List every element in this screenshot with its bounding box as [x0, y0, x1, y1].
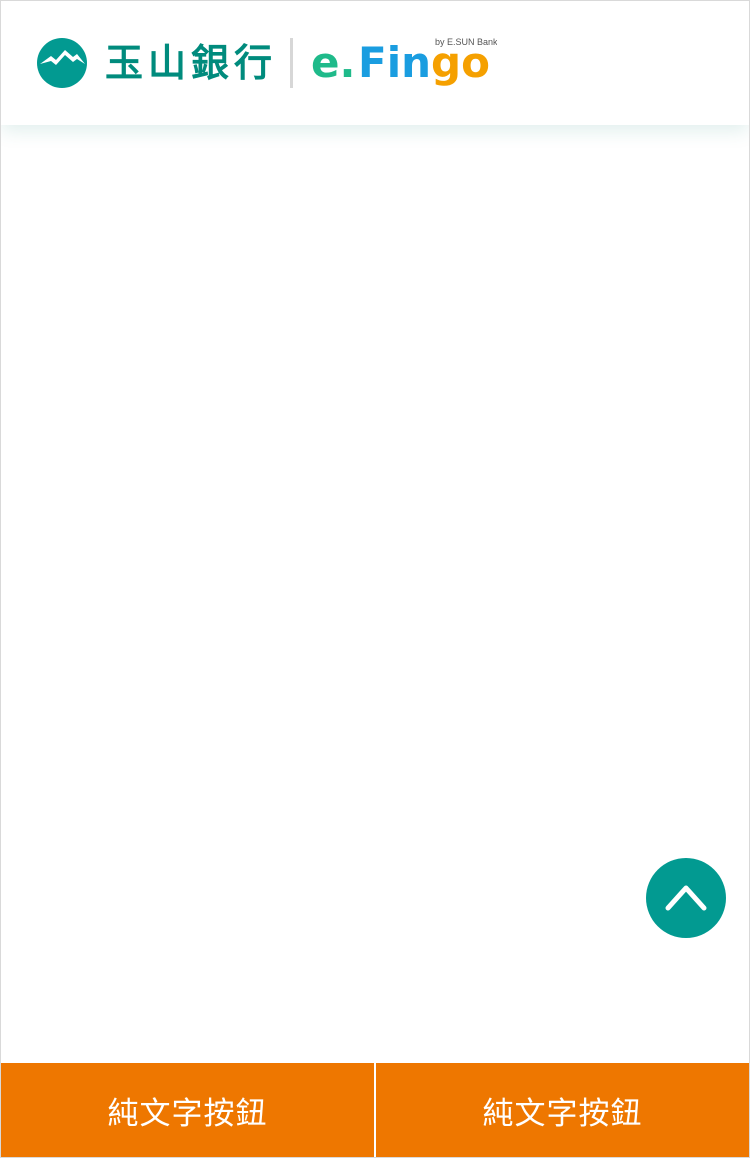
esun-mountain-logo-icon[interactable] [37, 38, 87, 88]
efingo-logo[interactable]: e. Fin go by E.SUN Bank [311, 35, 497, 99]
logo-tagline: by E.SUN Bank [435, 37, 497, 47]
app-frame: 玉山銀行 e. Fin go by E.SUN Bank 純文字按鈕 純文字按鈕 [0, 0, 750, 1158]
bottom-button-right[interactable]: 純文字按鈕 [376, 1063, 749, 1157]
main-content [1, 125, 749, 1063]
back-to-top-button[interactable] [646, 858, 726, 938]
logo-divider [290, 38, 293, 88]
bottom-button-left[interactable]: 純文字按鈕 [1, 1063, 374, 1157]
header: 玉山銀行 e. Fin go by E.SUN Bank [1, 1, 749, 125]
bank-name: 玉山銀行 [105, 41, 278, 85]
logo-text-fin: Fin [358, 38, 431, 87]
bottom-action-bar: 純文字按鈕 純文字按鈕 [1, 1063, 749, 1157]
chevron-up-icon [665, 885, 707, 911]
logo-text-e: e. [311, 38, 355, 87]
